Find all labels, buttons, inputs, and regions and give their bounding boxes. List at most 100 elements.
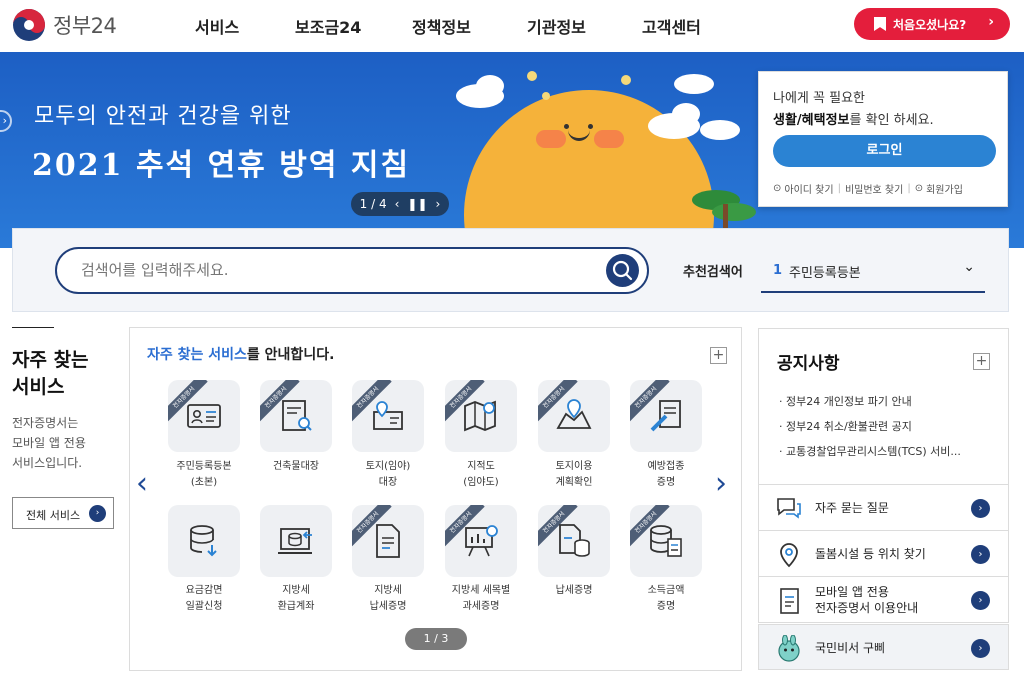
- service-label: 건축물대장: [273, 461, 319, 472]
- carousel-prev-icon[interactable]: ‹: [136, 466, 148, 501]
- quick-link-gubbi[interactable]: 국민비서 구삐 ›: [758, 624, 1009, 670]
- login-button[interactable]: 로그인: [773, 135, 996, 167]
- service-building-register[interactable]: 전자증명서: [260, 380, 332, 452]
- services-heading-rest: 를 안내합니다.: [246, 347, 335, 363]
- service-label: 지방세 환급계좌: [277, 585, 315, 612]
- all-services-button[interactable]: 전체 서비스 ›: [12, 497, 114, 529]
- banner-page-indicator: 1 / 4: [359, 197, 387, 211]
- service-land-use-plan[interactable]: 전자증명서: [538, 380, 610, 452]
- banner-title: 2021 추석 연휴 방역 지침: [32, 148, 411, 183]
- id-card-icon: [187, 404, 221, 428]
- frequent-description: 전자증명서는 모바일 앱 전용 서비스입니다.: [12, 413, 86, 473]
- database-document-icon: [650, 525, 682, 557]
- service-local-tax-payment-cert[interactable]: 전자증명서: [352, 505, 424, 577]
- map-pin-icon: [556, 399, 592, 429]
- notice-item[interactable]: · 정부24 취소/환불관련 공지: [779, 418, 912, 434]
- laptop-database-icon: [278, 528, 312, 554]
- service-label: 예방접종 증명: [647, 461, 685, 488]
- frequent-desc-line2: 모바일 앱 전용: [12, 436, 86, 450]
- service-land-register[interactable]: 전자증명서: [352, 380, 424, 452]
- frequent-desc-line1: 전자증명서는: [12, 416, 79, 430]
- find-id-link[interactable]: 아이디 찾기: [784, 181, 833, 196]
- mobile-certificate-icon: [780, 588, 799, 614]
- recommend-term[interactable]: 주민등록등본: [789, 262, 861, 281]
- services-panel: 자주 찾는 서비스를 안내합니다. + ‹ › 전자증명서 전자증명서 전자증명…: [129, 327, 742, 671]
- service-vaccination-cert[interactable]: 전자증명서: [630, 380, 702, 452]
- document-icon: [376, 524, 400, 558]
- find-id-icon: ⊙: [773, 183, 782, 194]
- frequent-title-line2: 서비스: [12, 376, 65, 398]
- banner-prev-button[interactable]: ›: [0, 110, 12, 132]
- notice-item[interactable]: · 교통경찰업무관리시스템(TCS) 서비...: [779, 443, 961, 459]
- find-password-link[interactable]: 비밀번호 찾기: [845, 181, 903, 196]
- search-box[interactable]: [55, 247, 649, 294]
- signup-icon: ⊙: [914, 183, 924, 194]
- recommend-rank: 1: [773, 263, 783, 278]
- prev-slide-icon[interactable]: ‹: [395, 197, 400, 211]
- chevron-right-icon: ›: [89, 505, 106, 522]
- chat-bubbles-icon: [777, 498, 801, 519]
- search-section: 추천검색어 1 주민등록등본 ⌄: [12, 228, 1009, 312]
- all-services-label: 전체 서비스: [26, 509, 81, 522]
- nav-policy-info[interactable]: 정책정보: [412, 0, 471, 52]
- next-slide-icon[interactable]: ›: [436, 197, 441, 211]
- recommend-dropdown[interactable]: 1 주민등록등본 ⌄: [761, 251, 985, 293]
- login-intro-bold: 생활/혜택정보: [773, 113, 850, 128]
- quick-link-label: 돌봄시설 등 위치 찾기: [815, 547, 926, 561]
- login-links: ⊙ 아이디 찾기 | 비밀번호 찾기 | ⊙ 회원가입: [773, 181, 963, 196]
- service-label: 지방세 세목별 과세증명: [451, 585, 511, 612]
- nav-customer-center[interactable]: 고객센터: [642, 0, 701, 52]
- search-button[interactable]: [606, 254, 639, 287]
- section-divider: [12, 327, 54, 328]
- service-label: 요금감면 일괄신청: [185, 585, 223, 612]
- service-fee-reduction[interactable]: [168, 505, 240, 577]
- login-intro-line1: 나에게 꼭 필요한: [773, 91, 865, 106]
- bookmark-icon: [874, 17, 886, 31]
- chevron-right-icon: ›: [971, 639, 990, 658]
- clouds-icon: [456, 71, 740, 140]
- service-local-tax-itemized-cert[interactable]: 전자증명서: [445, 505, 517, 577]
- service-income-cert[interactable]: 전자증명서: [630, 505, 702, 577]
- service-resident-registration[interactable]: 전자증명서: [168, 380, 240, 452]
- pause-icon[interactable]: ❚❚: [407, 197, 427, 211]
- quick-link-label: 국민비서 구삐: [815, 641, 886, 655]
- service-cadastral-map[interactable]: 전자증명서: [445, 380, 517, 452]
- document-search-icon: [282, 400, 312, 431]
- service-label: 소득금액 증명: [647, 585, 685, 612]
- banner-pager[interactable]: 1 / 4 ‹ ❚❚ ›: [351, 192, 449, 216]
- search-input[interactable]: [81, 259, 581, 281]
- service-label: 토지이용 계획확인: [555, 461, 593, 488]
- services-heading: 자주 찾는 서비스를 안내합니다.: [147, 344, 334, 364]
- frequent-services-title: 자주 찾는 서비스: [12, 347, 89, 401]
- nav-services[interactable]: 서비스: [195, 0, 239, 52]
- services-more-icon[interactable]: +: [710, 347, 727, 364]
- notice-item[interactable]: · 정부24 개인정보 파기 안내: [779, 393, 912, 409]
- login-intro-rest: 를 확인 하세요.: [849, 113, 934, 128]
- services-heading-highlight: 자주 찾는 서비스: [147, 347, 247, 363]
- recommend-label: 추천검색어: [683, 265, 743, 280]
- notice-more-icon[interactable]: +: [973, 353, 990, 370]
- service-label: 지방세 납세증명: [369, 585, 407, 612]
- service-local-tax-refund-account[interactable]: [260, 505, 332, 577]
- notice-title: 공지사항: [777, 354, 840, 374]
- quick-link-mobile-ecert[interactable]: 모바일 앱 전용 전자증명서 이용안내 ›: [758, 576, 1009, 623]
- services-pager[interactable]: 1 / 3: [405, 628, 467, 650]
- signup-link[interactable]: 회원가입: [926, 181, 963, 196]
- land-document-icon: [373, 401, 403, 430]
- nav-agency-info[interactable]: 기관정보: [527, 0, 586, 52]
- login-panel: 나에게 꼭 필요한 생활/혜택정보를 확인 하세요. 로그인 ⊙ 아이디 찾기 …: [758, 71, 1008, 207]
- carousel-next-icon[interactable]: ›: [715, 466, 727, 501]
- chevron-down-icon[interactable]: ⌄: [963, 259, 975, 275]
- service-tax-payment-cert[interactable]: 전자증명서: [538, 505, 610, 577]
- first-visit-button[interactable]: 처음오셨나요? ›: [854, 8, 1010, 40]
- banner-subtitle: 모두의 안전과 건강을 위한: [34, 104, 292, 129]
- taegeuk-logo-icon: [13, 9, 45, 41]
- document-database-icon: [559, 524, 590, 557]
- quick-link-label: 자주 묻는 질문: [815, 501, 889, 515]
- site-logo[interactable]: 정부24: [12, 8, 117, 42]
- nav-subsidy24[interactable]: 보조금24: [295, 0, 361, 52]
- database-download-icon: [190, 525, 217, 557]
- quick-link-care-facility[interactable]: 돌봄시설 등 위치 찾기 ›: [758, 530, 1009, 577]
- location-pin-icon: [780, 543, 798, 568]
- quick-link-faq[interactable]: 자주 묻는 질문 ›: [758, 484, 1009, 531]
